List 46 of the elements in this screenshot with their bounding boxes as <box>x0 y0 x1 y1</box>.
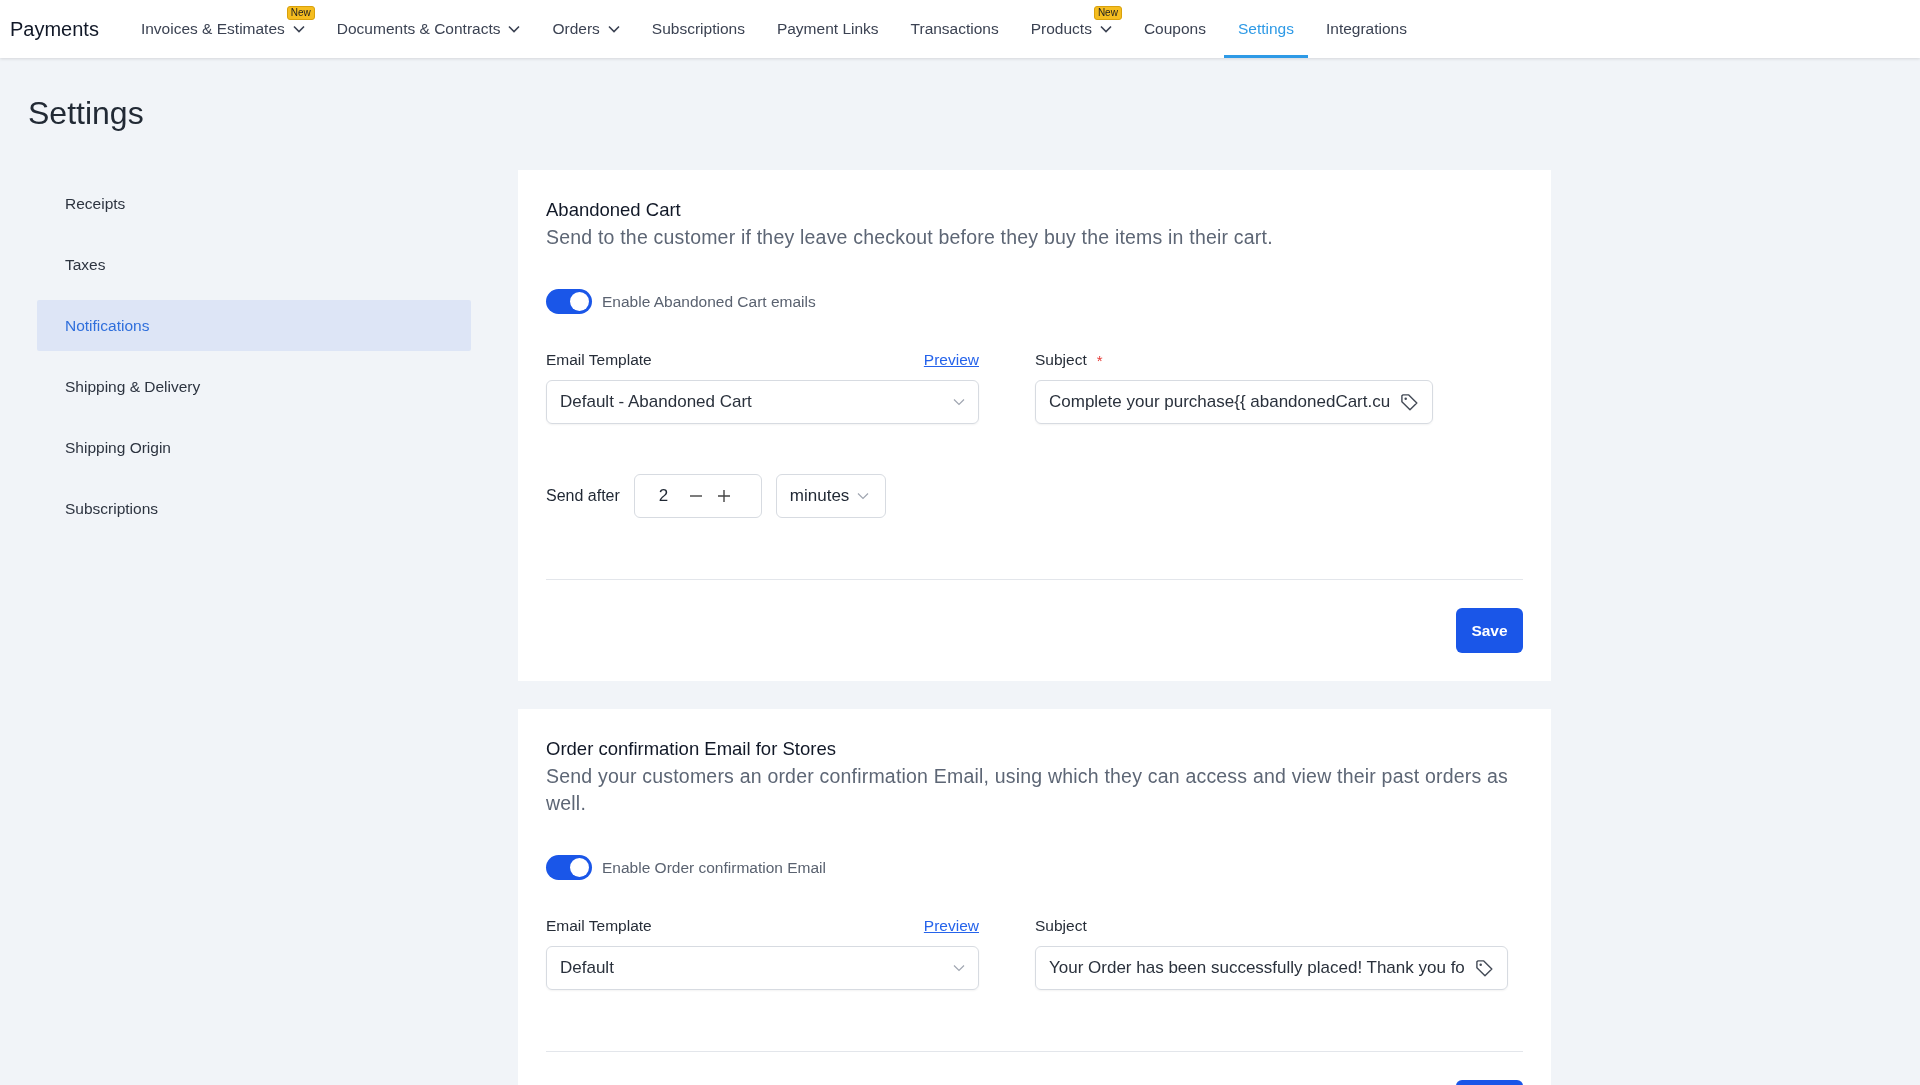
preview-link[interactable]: Preview <box>923 917 979 935</box>
field-label: Email Template <box>546 351 652 369</box>
save-button[interactable]: Save <box>1456 608 1523 653</box>
send-after-label: Send after <box>546 487 620 505</box>
new-badge: New <box>1093 6 1122 20</box>
card-title: Order confirmation Email for Stores <box>546 737 837 761</box>
tag-icon <box>1474 958 1494 978</box>
toggle-switch[interactable] <box>546 289 592 314</box>
field-label: Email Template <box>546 917 652 935</box>
new-badge: New <box>286 6 315 20</box>
nav-tab[interactable]: Integrations <box>1311 0 1421 58</box>
chevron-down-icon <box>857 492 870 500</box>
chevron-down-icon <box>953 398 965 406</box>
toggle-label: Enable Abandoned Cart emails <box>602 292 816 311</box>
sidebar-item[interactable]: Taxes <box>37 239 471 290</box>
tag-icon <box>1400 392 1420 412</box>
sidebar-item[interactable]: Subscriptions <box>37 483 471 534</box>
field-label: Subject <box>1035 351 1087 369</box>
required-mark: * <box>1096 351 1103 369</box>
toggle-label: Enable Order confirmation Email <box>602 858 826 877</box>
nav-tab[interactable]: Coupons <box>1129 0 1220 58</box>
preview-link[interactable]: Preview <box>923 351 979 369</box>
plus-icon[interactable] <box>716 489 731 503</box>
subject-input[interactable]: Complete your purchase{{ abandonedCart.cu <box>1035 380 1434 424</box>
sidebar-item[interactable]: Shipping Origin <box>37 422 471 473</box>
app-title: Payments <box>10 17 99 41</box>
sidebar-item[interactable]: Shipping & Delivery <box>37 361 471 412</box>
nav-tab[interactable]: Transactions <box>896 0 1013 58</box>
card-title: Abandoned Cart <box>546 198 682 222</box>
unit-select[interactable]: minutes <box>775 474 886 518</box>
chevron-down-icon <box>953 964 965 972</box>
number-stepper[interactable]: 2 <box>633 474 762 518</box>
template-select[interactable]: Default - Abandoned Cart <box>546 380 979 424</box>
nav-tab[interactable]: Orders <box>538 0 634 58</box>
nav-tab[interactable]: Payment Links <box>762 0 893 58</box>
toggle-switch[interactable] <box>546 855 592 880</box>
sidebar-item[interactable]: Receipts <box>37 178 471 229</box>
card-description: Send your customers an order confirmation Email, using which they can access and view their past orders as well. <box>546 764 1509 816</box>
field-label: Subject <box>1035 917 1087 935</box>
nav-tab[interactable]: Subscriptions <box>637 0 759 58</box>
page-title: Settings <box>28 94 145 133</box>
sidebar-item[interactable]: Notifications <box>37 300 471 351</box>
card-description: Send to the customer if they leave checkout before they buy the items in their cart. <box>546 225 1274 250</box>
subject-input[interactable]: Your Order has been successfully placed! Thank you fo <box>1035 946 1508 990</box>
template-select[interactable]: Default <box>546 946 979 990</box>
nav-tab[interactable]: Documents & Contracts <box>322 0 535 58</box>
